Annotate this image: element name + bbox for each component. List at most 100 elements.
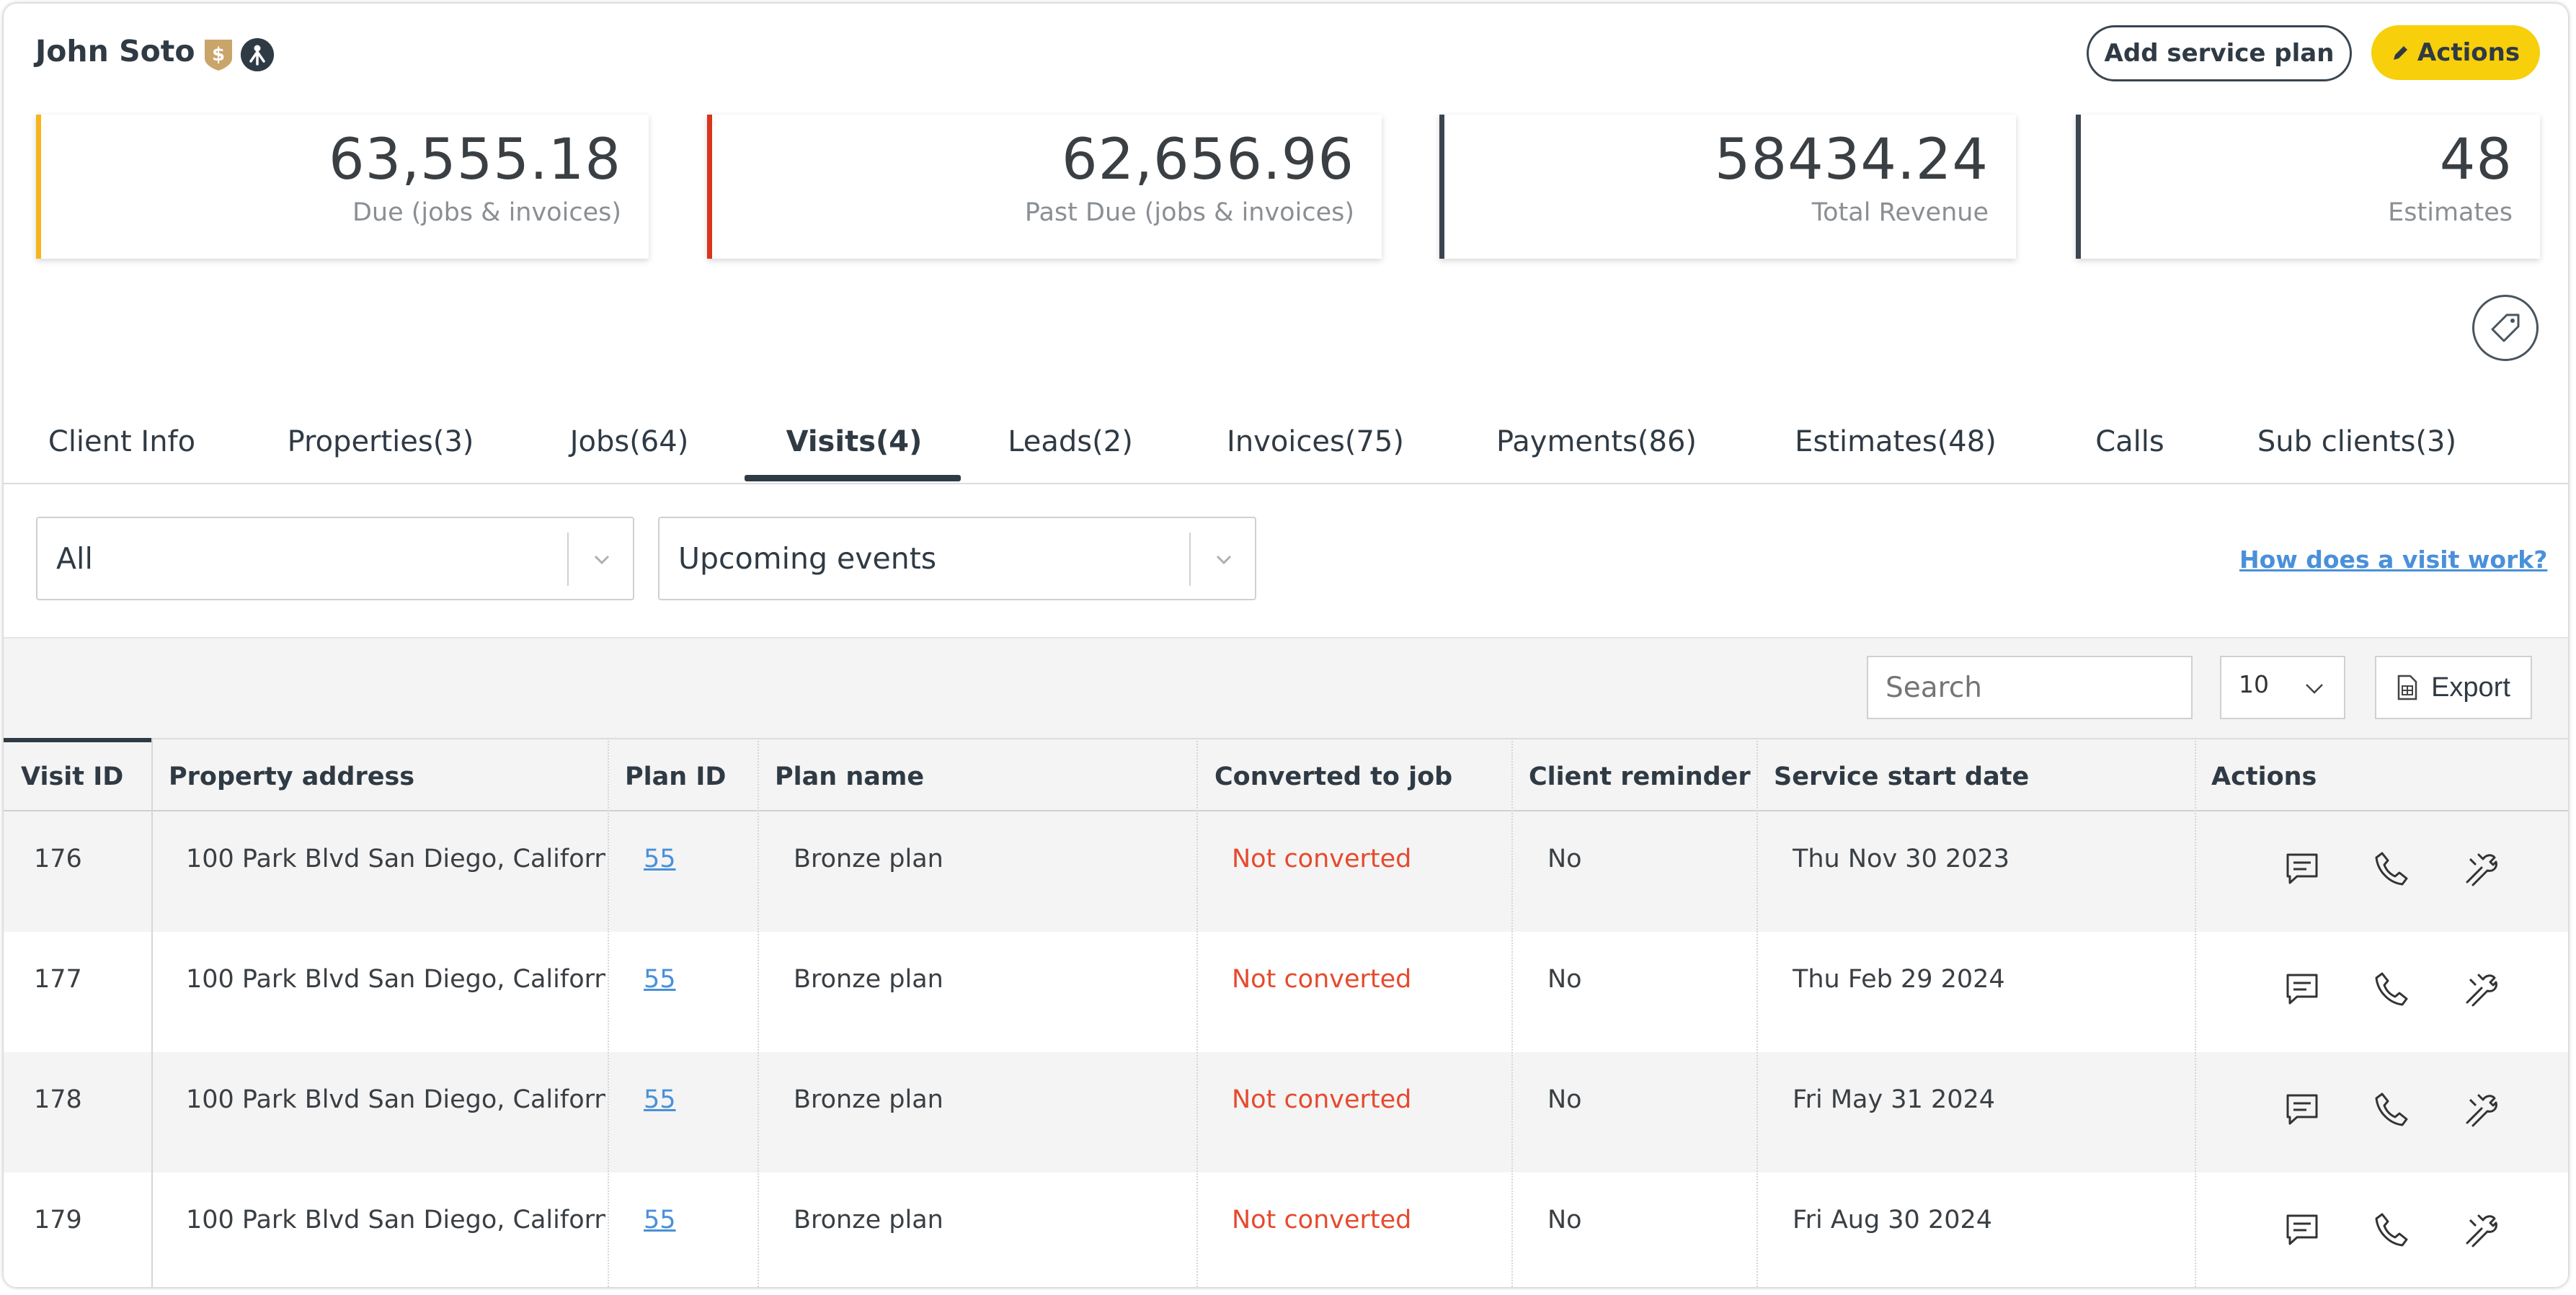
converted-status-cell: Not converted	[1232, 845, 1412, 873]
client-reminder-cell: No	[1547, 1085, 1582, 1114]
column-divider	[1511, 738, 1513, 1287]
phone-icon[interactable]	[2372, 849, 2411, 888]
how-visit-works-link[interactable]: How does a visit work?	[2239, 546, 2547, 574]
wrench-icon[interactable]	[2461, 1090, 2500, 1129]
stat-value: 48	[2439, 128, 2513, 192]
stat-card-past-due: 62,656.96 Past Due (jobs & invoices)	[707, 115, 1382, 259]
wrench-icon[interactable]	[2461, 1210, 2500, 1249]
stat-label: Past Due (jobs & invoices)	[1024, 198, 1354, 227]
events-filter-select[interactable]: Upcoming events	[658, 517, 1256, 600]
select-divider	[567, 533, 569, 586]
plan-name-cell: Bronze plan	[794, 1085, 943, 1114]
stat-card-due: 63,555.18 Due (jobs & invoices)	[36, 115, 649, 259]
visit-id-cell: 176	[34, 845, 82, 873]
table-row: 179 100 Park Blvd San Diego, Californ 55…	[4, 1172, 2568, 1287]
visit-id-cell: 177	[34, 965, 82, 994]
stat-value: 62,656.96	[1062, 128, 1354, 192]
plan-name-cell: Bronze plan	[794, 1206, 943, 1234]
property-address-cell: 100 Park Blvd San Diego, Californ	[186, 965, 605, 994]
column-divider	[1756, 738, 1758, 1287]
column-divider	[151, 738, 153, 1287]
page-size-select[interactable]: 10	[2220, 656, 2345, 719]
export-label: Export	[2431, 672, 2510, 703]
tab-invoices[interactable]: Invoices(75)	[1214, 425, 1416, 483]
column-header-client-reminder[interactable]: Client reminder	[1529, 762, 1751, 791]
tab-properties[interactable]: Properties(3)	[276, 425, 485, 483]
column-divider	[758, 738, 759, 1287]
column-header-converted-to-job[interactable]: Converted to job	[1214, 762, 1452, 791]
type-filter-select[interactable]: All	[36, 517, 634, 600]
sorted-column-indicator	[4, 738, 151, 742]
chevron-down-icon	[1216, 555, 1232, 565]
converted-status-cell: Not converted	[1232, 965, 1412, 994]
tab-visits[interactable]: Visits(4)	[768, 425, 941, 483]
service-start-date-cell: Fri Aug 30 2024	[1793, 1206, 1993, 1234]
table-row: 177 100 Park Blvd San Diego, Californ 55…	[4, 932, 2568, 1052]
stat-card-estimates: 48 Estimates	[2076, 115, 2540, 259]
message-icon[interactable]	[2283, 1090, 2322, 1129]
actions-button[interactable]: Actions	[2371, 25, 2540, 80]
tab-estimates[interactable]: Estimates(48)	[1780, 425, 2011, 483]
table-row: 176 100 Park Blvd San Diego, Californ 55…	[4, 811, 2568, 932]
tab-calls[interactable]: Calls	[2083, 425, 2177, 483]
column-header-visit-id[interactable]: Visit ID	[21, 762, 123, 791]
chevron-down-icon	[594, 555, 610, 565]
actions-button-label: Actions	[2417, 38, 2521, 67]
service-start-date-cell: Fri May 31 2024	[1793, 1085, 1996, 1114]
column-header-service-start-date[interactable]: Service start date	[1774, 762, 2029, 791]
tab-payments[interactable]: Payments(86)	[1488, 425, 1705, 483]
table-row: 178 100 Park Blvd San Diego, Californ 55…	[4, 1052, 2568, 1172]
property-address-cell: 100 Park Blvd San Diego, Californ	[186, 845, 605, 873]
message-icon[interactable]	[2283, 969, 2322, 1008]
export-button[interactable]: Export	[2375, 656, 2532, 719]
stat-label: Due (jobs & invoices)	[352, 198, 621, 227]
converted-status-cell: Not converted	[1232, 1206, 1412, 1234]
tab-sub-clients[interactable]: Sub clients(3)	[2245, 425, 2469, 483]
events-filter-value: Upcoming events	[678, 541, 937, 576]
chevron-down-icon	[2306, 684, 2323, 694]
stat-label: Estimates	[2388, 198, 2513, 227]
page-size-value: 10	[2239, 670, 2269, 698]
stat-value: 58434.24	[1714, 128, 1989, 192]
visit-id-cell: 178	[34, 1085, 82, 1114]
person-up-icon	[241, 38, 274, 71]
search-input[interactable]	[1867, 656, 2193, 719]
tab-jobs[interactable]: Jobs(64)	[557, 425, 701, 483]
plan-id-link[interactable]: 55	[644, 965, 676, 994]
column-divider	[2195, 738, 2196, 1287]
wrench-icon[interactable]	[2461, 849, 2500, 888]
column-header-property-address[interactable]: Property address	[169, 762, 414, 791]
app-window: John Soto $ Add service plan Actions 63,…	[4, 4, 2568, 1287]
type-filter-value: All	[56, 541, 93, 576]
plan-name-cell: Bronze plan	[794, 845, 943, 873]
add-service-plan-button[interactable]: Add service plan	[2087, 25, 2352, 81]
client-name: John Soto	[35, 34, 195, 68]
plan-name-cell: Bronze plan	[794, 965, 943, 994]
plan-id-link[interactable]: 55	[644, 1206, 676, 1234]
column-header-plan-name[interactable]: Plan name	[775, 762, 924, 791]
stat-value: 63,555.18	[329, 128, 621, 192]
select-divider	[1189, 533, 1191, 586]
service-start-date-cell: Thu Nov 30 2023	[1793, 845, 2010, 873]
svg-text:$: $	[212, 44, 225, 66]
column-header-actions: Actions	[2211, 762, 2317, 791]
phone-icon[interactable]	[2372, 969, 2411, 1008]
converted-status-cell: Not converted	[1232, 1085, 1412, 1114]
column-divider	[1196, 738, 1198, 1287]
column-header-plan-id[interactable]: Plan ID	[625, 762, 726, 791]
phone-icon[interactable]	[2372, 1090, 2411, 1129]
plan-id-link[interactable]: 55	[644, 845, 676, 873]
stat-label: Total Revenue	[1811, 198, 1989, 227]
tab-client-info[interactable]: Client Info	[43, 425, 201, 483]
message-icon[interactable]	[2283, 1210, 2322, 1249]
phone-icon[interactable]	[2372, 1210, 2411, 1249]
property-address-cell: 100 Park Blvd San Diego, Californ	[186, 1085, 605, 1114]
tab-leads[interactable]: Leads(2)	[998, 425, 1142, 483]
wrench-icon[interactable]	[2461, 969, 2500, 1008]
plan-id-link[interactable]: 55	[644, 1085, 676, 1114]
message-icon[interactable]	[2283, 849, 2322, 888]
tag-button[interactable]	[2472, 295, 2539, 361]
tag-icon	[2491, 313, 2520, 342]
table-header: Visit ID Property address Plan ID Plan n…	[4, 738, 2568, 811]
service-start-date-cell: Thu Feb 29 2024	[1793, 965, 2005, 994]
